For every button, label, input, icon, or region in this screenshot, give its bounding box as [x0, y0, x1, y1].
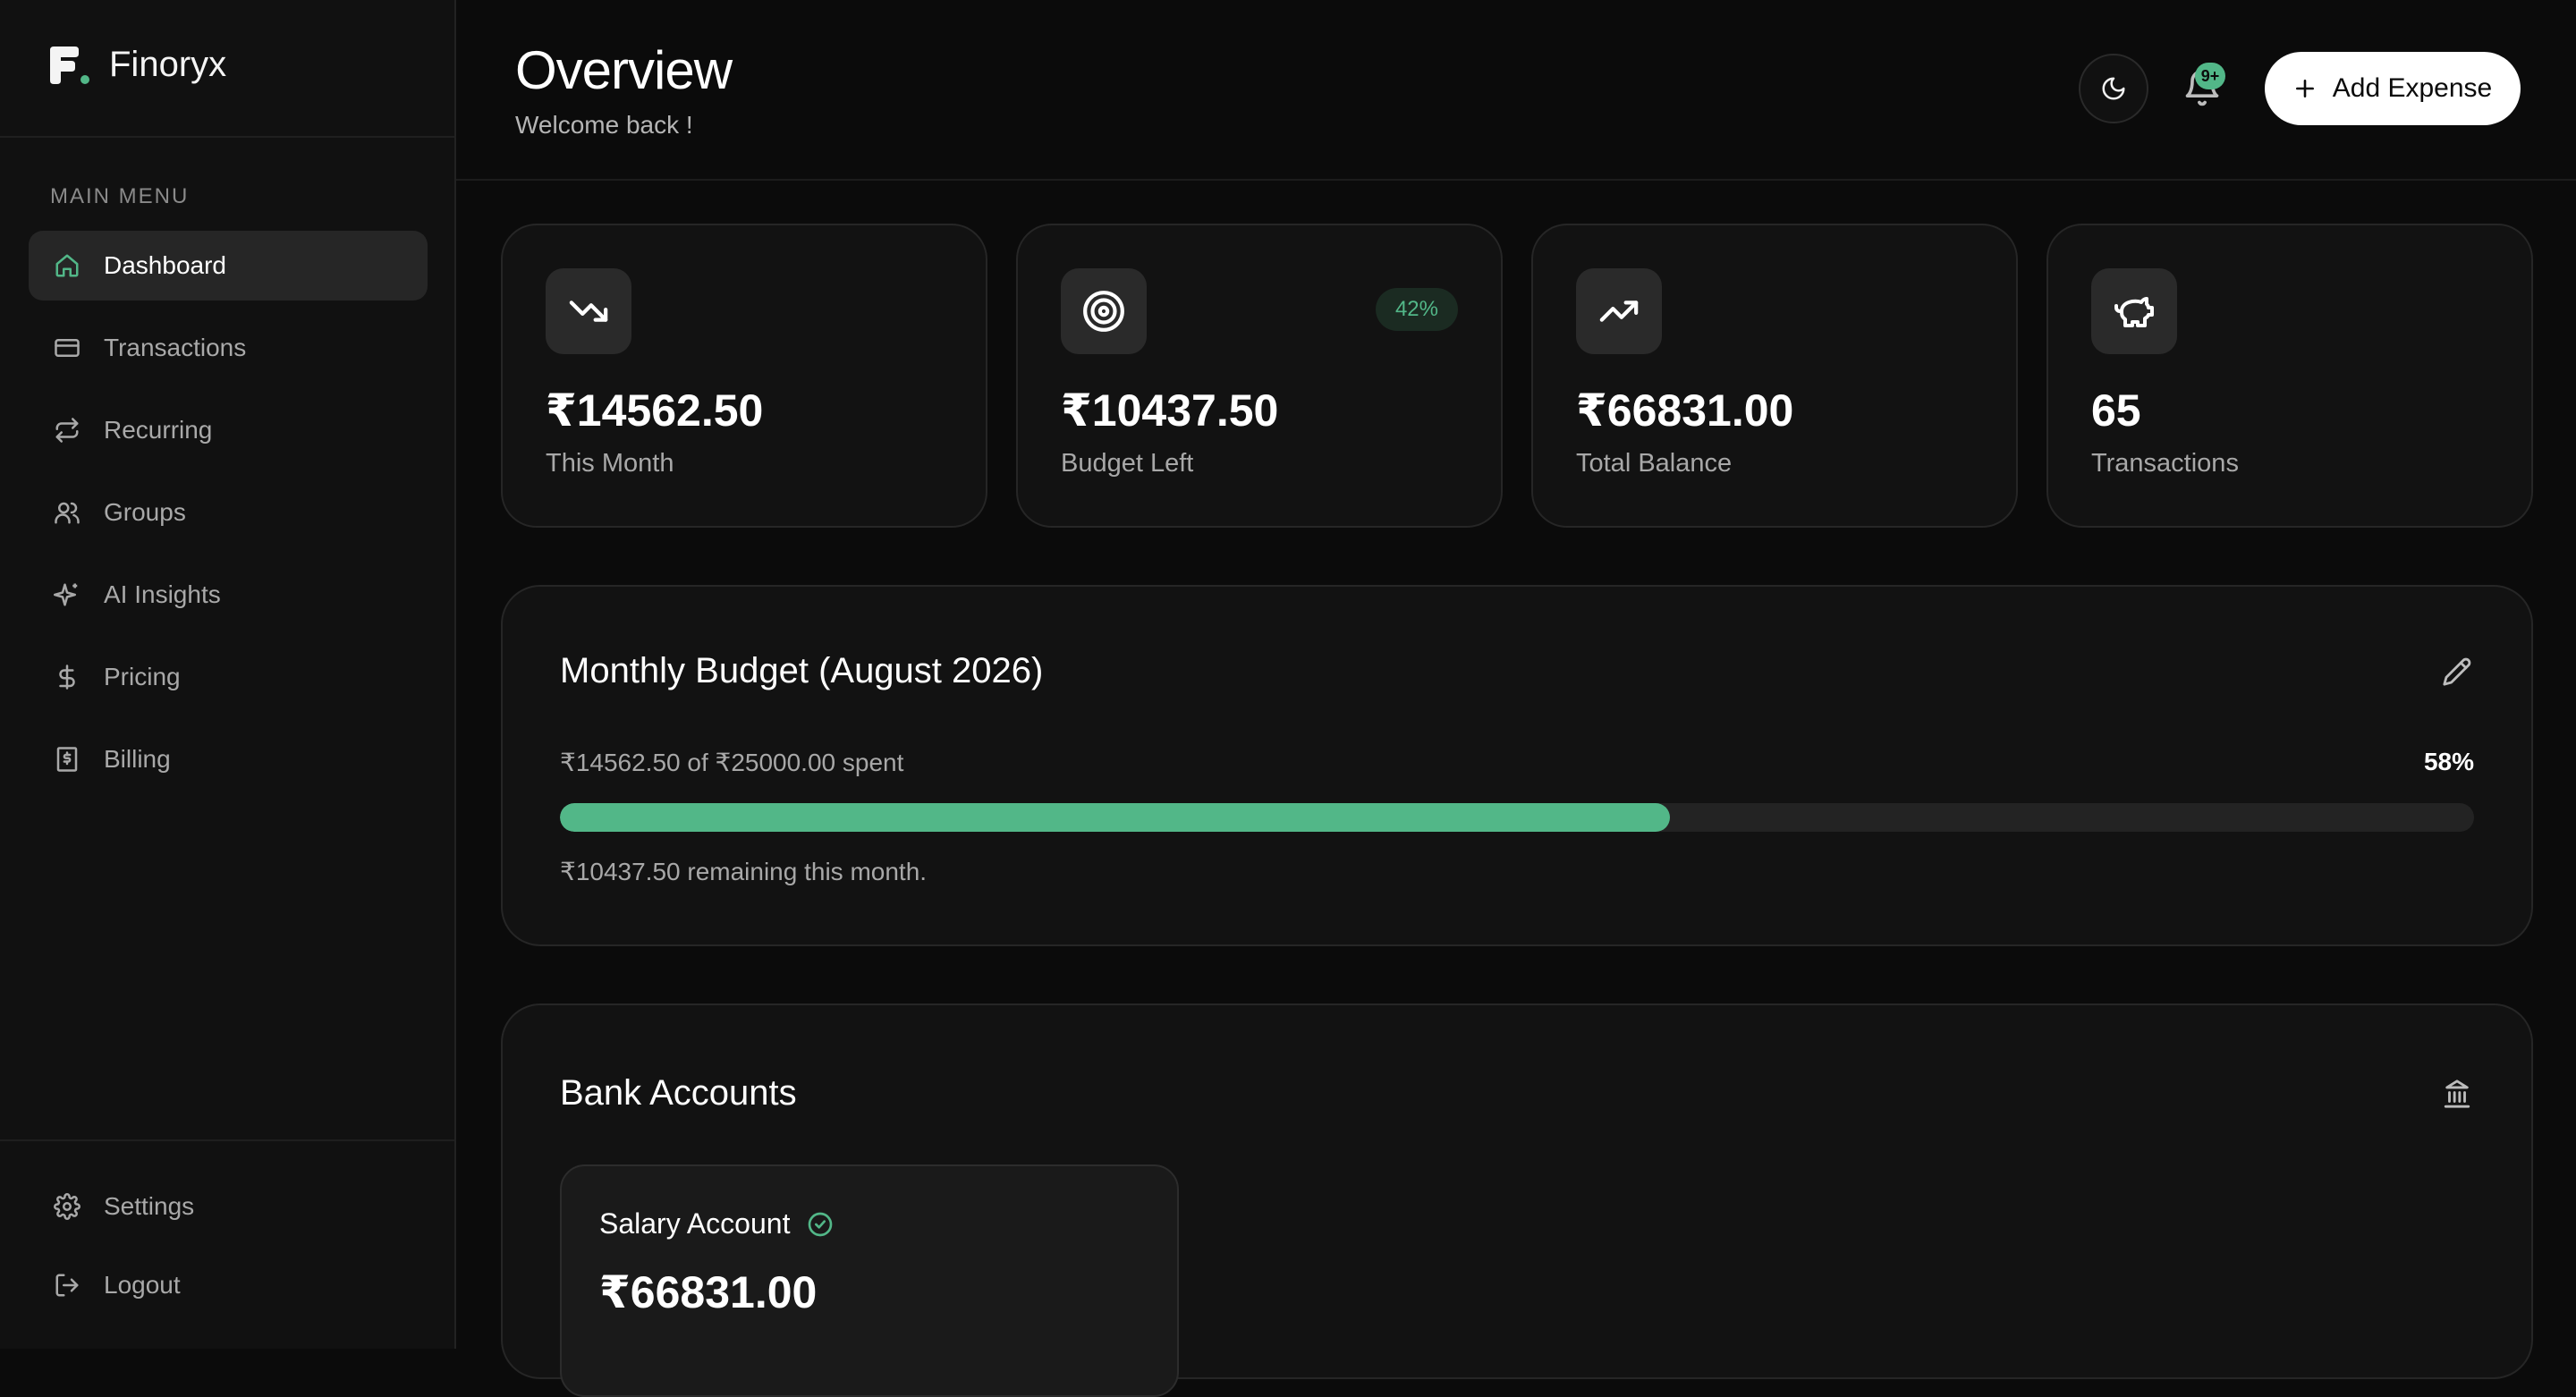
trending-down-icon: [546, 268, 631, 354]
stat-label: This Month: [546, 449, 674, 478]
sidebar-item-settings[interactable]: Settings: [29, 1172, 428, 1241]
sidebar-item-label: Settings: [104, 1192, 195, 1220]
finoryx-logo-icon: [48, 46, 89, 84]
stat-value: ₹14562.50: [546, 385, 764, 436]
app-name: Finoryx: [109, 45, 227, 84]
stat-label: Total Balance: [1576, 449, 1733, 478]
gear-icon: [54, 1193, 80, 1220]
stat-card-total-balance: ₹66831.00 Total Balance: [1531, 224, 2018, 528]
account-name: Salary Account: [599, 1207, 791, 1240]
dollar-icon: [54, 664, 80, 690]
sidebar-item-ai-insights[interactable]: AI Insights: [29, 560, 428, 630]
verified-check-icon: [806, 1210, 835, 1239]
trending-up-icon: [1576, 268, 1662, 354]
stat-value: 65: [2091, 385, 2141, 436]
stat-label: Transactions: [2091, 449, 2239, 478]
sidebar-item-groups[interactable]: Groups: [29, 478, 428, 547]
piggy-bank-icon: [2091, 268, 2177, 354]
home-icon: [54, 252, 80, 279]
divider: [0, 136, 454, 138]
main-menu-heading: MAIN MENU: [50, 184, 190, 208]
sparkles-icon: [54, 581, 80, 608]
sidebar-item-label: Transactions: [104, 334, 247, 361]
pencil-icon[interactable]: [2442, 656, 2472, 687]
budget-spent-text: ₹14562.50 of ₹25000.00 spent: [560, 749, 904, 776]
moon-icon: [2100, 75, 2127, 102]
budget-progress-fill: [560, 803, 1671, 832]
monthly-budget-panel: Monthly Budget (August 2026) ₹14562.50 o…: [501, 585, 2533, 946]
divider: [0, 1139, 454, 1141]
account-name-row: Salary Account: [599, 1207, 835, 1240]
top-header: Overview Welcome back ! 9+ Add Expense: [456, 0, 2576, 181]
sidebar-item-label: AI Insights: [104, 580, 221, 608]
plus-icon: [2293, 77, 2317, 100]
sidebar-item-label: Billing: [104, 745, 171, 773]
target-icon: [1061, 268, 1147, 354]
sidebar-item-label: Pricing: [104, 663, 181, 690]
main-nav: Dashboard Transactions Recurring Groups …: [29, 231, 428, 807]
brand[interactable]: Finoryx: [48, 45, 226, 85]
logout-icon: [54, 1272, 80, 1299]
budget-percent: 58%: [2423, 748, 2474, 775]
sidebar-item-dashboard[interactable]: Dashboard: [29, 231, 428, 301]
stat-value: ₹10437.50: [1061, 385, 1279, 436]
notification-badge: 9+: [2195, 63, 2225, 89]
repeat-icon: [54, 417, 80, 444]
sidebar-item-label: Recurring: [104, 416, 213, 444]
budget-progress-bar: [560, 803, 2474, 832]
sidebar-item-label: Logout: [104, 1271, 181, 1299]
bank-account-card[interactable]: Salary Account ₹66831.00: [560, 1164, 1179, 1397]
stat-card-budget-left: 42% ₹10437.50 Budget Left: [1016, 224, 1503, 528]
sidebar-item-label: Dashboard: [104, 251, 226, 279]
account-balance: ₹66831.00: [599, 1267, 818, 1317]
theme-toggle-button[interactable]: [2079, 54, 2148, 123]
sidebar-item-pricing[interactable]: Pricing: [29, 642, 428, 712]
page-title: Overview: [515, 40, 733, 100]
sidebar-item-logout[interactable]: Logout: [29, 1250, 428, 1320]
receipt-icon: [54, 746, 80, 773]
stat-card-this-month: ₹14562.50 This Month: [501, 224, 987, 528]
bank-icon[interactable]: [2442, 1079, 2472, 1109]
stat-card-transactions: 65 Transactions: [2046, 224, 2533, 528]
budget-remaining-text: ₹10437.50 remaining this month.: [560, 858, 928, 885]
stat-label: Budget Left: [1061, 449, 1194, 478]
stat-value: ₹66831.00: [1576, 385, 1794, 436]
sidebar-item-transactions[interactable]: Transactions: [29, 313, 428, 383]
add-expense-button[interactable]: Add Expense: [2265, 52, 2521, 125]
users-icon: [54, 499, 80, 526]
sidebar-item-label: Groups: [104, 498, 186, 526]
bank-accounts-panel: Bank Accounts Salary Account ₹66831.00: [501, 1003, 2533, 1397]
page-subtitle: Welcome back !: [515, 111, 693, 139]
sidebar-item-recurring[interactable]: Recurring: [29, 395, 428, 465]
sidebar: Finoryx MAIN MENU Dashboard Transactions…: [0, 0, 456, 1349]
sidebar-item-billing[interactable]: Billing: [29, 724, 428, 794]
credit-card-icon: [54, 334, 80, 361]
bottom-nav: Settings Logout: [29, 1172, 428, 1329]
budget-percent-badge: 42%: [1375, 288, 1458, 331]
budget-title: Monthly Budget (August 2026): [560, 651, 1044, 690]
add-expense-label: Add Expense: [2332, 73, 2493, 103]
bank-accounts-title: Bank Accounts: [560, 1073, 797, 1113]
